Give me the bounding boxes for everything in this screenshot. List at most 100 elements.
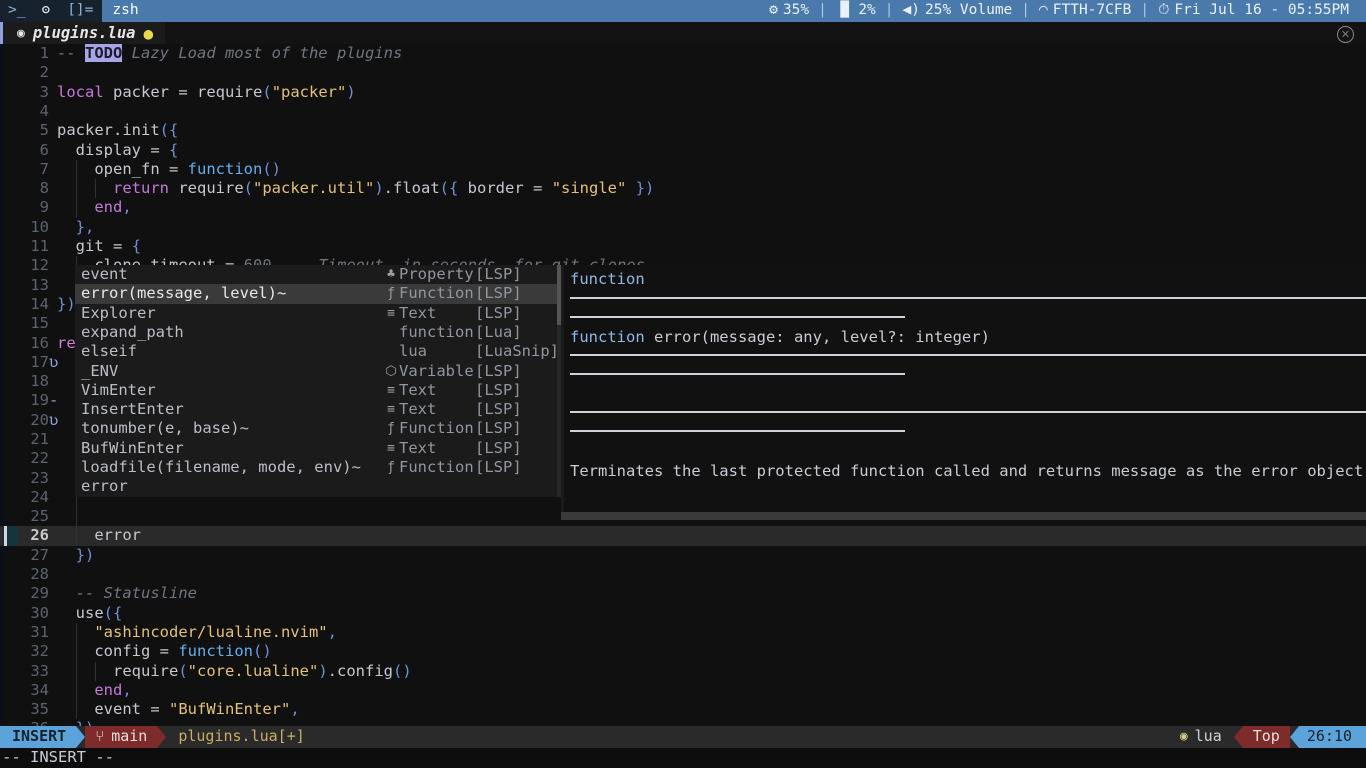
volume-value: 25% Volume <box>924 2 1013 19</box>
line-number: 6 <box>39 140 49 159</box>
code-line[interactable]: 34 end, <box>0 680 1366 701</box>
code-token: = <box>159 642 169 661</box>
code-token: ( <box>178 661 188 680</box>
code-line[interactable]: 1 -- TODO Lazy Load most of the plugins <box>0 44 1366 63</box>
code-line[interactable]: 11 git = { <box>0 237 1366 256</box>
fold-column[interactable]: ʋ <box>49 353 58 372</box>
buffer-tab-plugins-lua[interactable]: ◉ plugins.lua ● <box>3 22 166 46</box>
code-token: error <box>57 526 141 545</box>
completion-kind-icon: ƒ <box>387 460 395 476</box>
code-line[interactable]: 30 use({ <box>0 604 1366 623</box>
volume-status: ◀) 25% Volume <box>894 1 1022 20</box>
cpu-icon: ⚙ <box>769 2 778 19</box>
completion-item[interactable]: VimEnter ≡ Text [LSP] <box>75 381 561 400</box>
documentation-header: function <box>570 270 645 289</box>
code-token: }, <box>75 217 95 236</box>
tmux-status-bar: >_ ʘ []= zsh ⚙ 35% | ▐▌ 2% | ◀) 25% Volu… <box>0 0 1366 22</box>
code-line[interactable]: 9 end, <box>0 198 1366 218</box>
completion-item[interactable]: loadfile(filename, mode, env)~ ƒ Function[… <box>75 458 561 477</box>
code-line[interactable]: 4 <box>0 102 1366 121</box>
git-branch-label: main <box>111 727 148 746</box>
line-number: 21 <box>30 429 49 448</box>
completion-source-label: [LSP] <box>475 400 522 419</box>
completion-item[interactable]: BufWinEnter ≡ Text [LSP] <box>75 439 561 458</box>
firefox-pane-icon[interactable]: ʘ <box>33 0 59 22</box>
code-line[interactable]: 31 "ashincoder/lualine.nvim", <box>0 622 1366 643</box>
tmux-active-window[interactable]: zsh <box>102 0 149 22</box>
completion-kind-icon: ⬡ <box>385 363 397 379</box>
git-branch-icon: ⑂ <box>95 727 105 746</box>
fold-column[interactable]: ʋ <box>49 411 58 430</box>
code-line[interactable]: 27 }) <box>0 546 1366 565</box>
completion-item[interactable]: elseif lua [LuaSnip] <box>75 342 561 361</box>
completion-item[interactable]: error <box>75 477 561 496</box>
command-line-text: -- INSERT -- <box>2 748 114 767</box>
code-line[interactable]: 28 <box>0 565 1366 584</box>
code-line[interactable]: 29 -- Statusline <box>0 584 1366 603</box>
code-token: }) <box>75 545 95 564</box>
code-token: { <box>169 140 179 159</box>
statusline-cursor-position: 26:10 <box>1298 726 1366 748</box>
line-number: 23 <box>30 468 49 487</box>
buffer-modified-icon: ● <box>143 24 154 43</box>
code-line[interactable]: 10 }, <box>0 218 1366 237</box>
completion-kind-icon: ƒ <box>387 421 395 437</box>
completion-item[interactable]: Explorer ≡ Text [LSP] <box>75 304 561 323</box>
completion-popup[interactable]: event ♣ Property [LSP] error(message, level)… <box>75 265 561 497</box>
statusline-git-branch: ⑂ main <box>85 726 158 748</box>
code-token: "packer" <box>271 82 347 101</box>
line-number: 10 <box>30 217 49 236</box>
code-token: , <box>327 622 337 641</box>
documentation-signature-keyword: function <box>570 328 645 346</box>
code-line[interactable]: 6 display = { <box>0 140 1366 159</box>
completion-item[interactable]: InsertEnter ≡ Text [LSP] <box>75 400 561 419</box>
completion-kind-icon: ≡ <box>387 305 395 321</box>
tiling-pane-icon[interactable]: []= <box>58 0 103 22</box>
completion-item[interactable]: _ENV ⬡ Variable [LSP] <box>75 361 561 380</box>
code-line-current[interactable]: 26 error <box>0 526 1366 546</box>
completion-kind-label: Text <box>399 438 437 457</box>
code-line[interactable]: 33 require("core.lualine").config() <box>0 661 1366 681</box>
completion-item-label: tonumber(e, base)~ <box>81 419 249 438</box>
code-token: "single" <box>551 179 627 198</box>
completion-item[interactable]: tonumber(e, base)~ ƒ Function [LSP] <box>75 419 561 438</box>
line-number: 19 <box>30 391 49 410</box>
fold-column[interactable]: - <box>49 391 58 410</box>
completion-item[interactable]: expand_path function [Lua] <box>75 323 561 342</box>
code-line[interactable]: 35 event = "BufWinEnter", <box>0 700 1366 720</box>
indent-guide <box>76 526 77 546</box>
line-number: 15 <box>30 314 49 333</box>
code-token: packer <box>103 82 179 101</box>
statusline-mode: INSERT <box>0 726 77 748</box>
cpu-status: ⚙ 35% <box>760 1 818 20</box>
code-line[interactable]: 7 open_fn = function() <box>0 159 1366 180</box>
close-icon[interactable]: ✕ <box>1337 25 1354 43</box>
code-text: -- Statusline <box>57 584 1366 603</box>
code-token: () <box>393 661 412 680</box>
tmux-pane-list: >_ ʘ []= zsh <box>0 0 149 22</box>
code-line[interactable]: 3 local packer = require("packer") <box>0 83 1366 102</box>
code-token: ) <box>346 82 356 101</box>
indent-guide <box>76 507 77 527</box>
completion-item-label: Explorer <box>81 303 156 322</box>
statusline-filename: plugins.lua[+] <box>178 727 305 746</box>
completion-source-label: [LSP] <box>475 361 522 380</box>
code-line[interactable]: 32 config = function() <box>0 642 1366 662</box>
code-text: git = { <box>57 237 1366 256</box>
statusline-scroll-position: Top <box>1242 726 1290 748</box>
command-line[interactable]: -- INSERT -- <box>0 748 1366 768</box>
completion-item-selected[interactable]: error(message, level)~ ƒ Function [LSP] <box>75 284 561 304</box>
code-line[interactable]: 2 <box>0 63 1366 82</box>
code-line[interactable]: 5 packer.init({ <box>0 121 1366 140</box>
wifi-icon: ◠ <box>1039 2 1048 19</box>
completion-item[interactable]: event ♣ Property [LSP] <box>75 265 561 284</box>
documentation-divider-4 <box>570 373 905 375</box>
code-text: -- TODO Lazy Load most of the plugins <box>57 44 1366 63</box>
line-number: 33 <box>30 661 49 680</box>
wifi-status: ◠ FTTH-7CFB <box>1030 1 1140 20</box>
code-line[interactable]: 8 return require("packer.util").float({ … <box>0 179 1366 199</box>
code-text: local packer = require("packer") <box>57 83 1366 102</box>
terminal-pane-icon[interactable]: >_ <box>0 0 34 22</box>
